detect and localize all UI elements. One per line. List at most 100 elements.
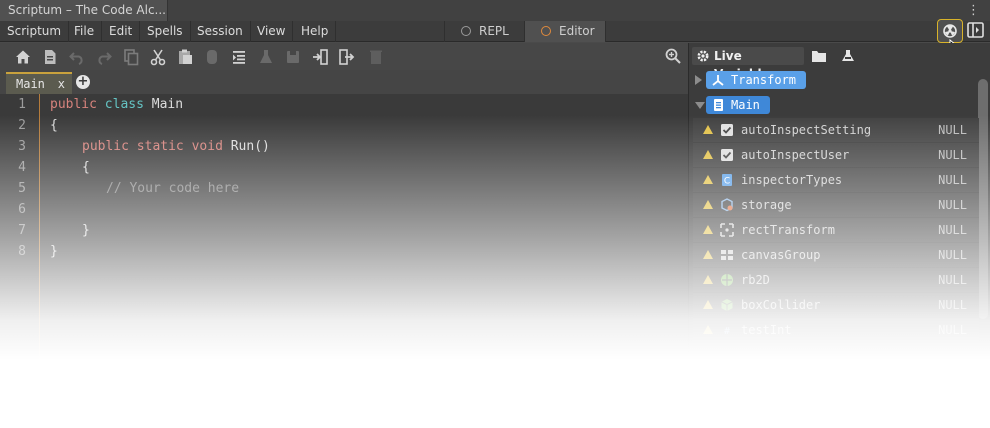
node-chip[interactable]: Main bbox=[706, 96, 770, 114]
flask-icon[interactable] bbox=[257, 48, 275, 66]
line-number: 6 bbox=[18, 202, 26, 217]
collapse-arrow-icon[interactable] bbox=[695, 102, 705, 109]
variable-name: storage bbox=[741, 198, 792, 212]
box-collider-icon bbox=[721, 299, 733, 311]
transform-icon bbox=[712, 75, 724, 86]
warning-icon bbox=[703, 300, 713, 309]
flask-icon[interactable] bbox=[840, 49, 856, 63]
trash-icon[interactable] bbox=[367, 48, 385, 66]
variable-row[interactable]: canvasGroup NULL bbox=[693, 243, 979, 268]
rigidbody-icon bbox=[721, 274, 733, 286]
code-line-8: } bbox=[50, 244, 58, 259]
cut-icon[interactable] bbox=[149, 48, 167, 66]
warning-icon bbox=[703, 175, 713, 184]
home-icon[interactable] bbox=[14, 48, 32, 66]
variable-value: NULL bbox=[938, 323, 967, 337]
panel-scrollbar[interactable] bbox=[978, 79, 988, 319]
line-number: 7 bbox=[18, 223, 26, 238]
identifier: Run() bbox=[230, 139, 270, 154]
code-editor[interactable]: 1 2 3 4 5 6 7 8 public class Main { publ… bbox=[0, 94, 688, 428]
variable-value: NULL bbox=[938, 123, 967, 137]
code-line-4: { bbox=[82, 160, 90, 175]
variable-row[interactable]: rectTransform NULL bbox=[693, 218, 979, 243]
add-tab-button[interactable]: + bbox=[76, 75, 90, 89]
menu-spells[interactable]: Spells bbox=[140, 21, 191, 42]
snippet-icon[interactable] bbox=[203, 48, 221, 66]
window-title-tab[interactable]: Scriptum – The Code Alc... bbox=[0, 0, 168, 21]
paste-icon[interactable] bbox=[176, 48, 194, 66]
variable-name: rb2D bbox=[741, 273, 770, 287]
zoom-icon[interactable] bbox=[664, 47, 682, 65]
file-tab-label: Main bbox=[16, 77, 45, 91]
checkbox-icon bbox=[721, 149, 733, 161]
import-icon[interactable] bbox=[311, 48, 329, 66]
variable-name: testInt bbox=[741, 323, 792, 337]
save-icon[interactable] bbox=[284, 48, 302, 66]
live-variables-header: Live Variables bbox=[689, 43, 990, 81]
tree-node-transform[interactable]: Transform bbox=[689, 69, 979, 91]
tree-node-main[interactable]: Main bbox=[689, 94, 979, 116]
canvas-group-icon bbox=[721, 250, 733, 260]
file-tab-main[interactable]: Main x bbox=[6, 72, 72, 94]
variable-value: NULL bbox=[938, 148, 967, 162]
sidebar-toggle-icon bbox=[967, 22, 984, 38]
menu-view[interactable]: View bbox=[250, 21, 294, 42]
variable-row[interactable]: boxCollider NULL bbox=[693, 293, 979, 318]
variable-row[interactable]: rb2D NULL bbox=[693, 268, 979, 293]
variable-value: NULL bbox=[938, 248, 967, 262]
line-number: 3 bbox=[18, 139, 26, 154]
close-tab-icon[interactable]: x bbox=[58, 74, 65, 94]
gear-icon bbox=[697, 50, 709, 62]
node-label: Transform bbox=[731, 73, 797, 87]
code-line-1: public class Main bbox=[50, 97, 183, 112]
variable-row[interactable]: # testInt NULL bbox=[693, 318, 979, 343]
line-number: 8 bbox=[18, 244, 26, 259]
live-variables-title[interactable]: Live Variables bbox=[692, 47, 804, 81]
variable-row[interactable]: storage NULL bbox=[693, 193, 979, 218]
number-icon: # bbox=[724, 326, 730, 337]
undo-icon[interactable] bbox=[68, 48, 86, 66]
variable-value: NULL bbox=[938, 198, 967, 212]
checkbox-icon bbox=[721, 124, 733, 136]
toggle-panel-button[interactable] bbox=[963, 19, 989, 43]
menu-help[interactable]: Help bbox=[294, 21, 337, 42]
variable-row[interactable]: autoInspectUser NULL bbox=[693, 143, 979, 168]
variable-name: boxCollider bbox=[741, 298, 821, 312]
redo-icon[interactable] bbox=[95, 48, 113, 66]
menu-session[interactable]: Session bbox=[190, 21, 251, 42]
line-number: 2 bbox=[18, 118, 26, 133]
variable-value: NULL bbox=[938, 273, 967, 287]
expand-arrow-icon[interactable] bbox=[695, 75, 702, 85]
node-chip[interactable]: Transform bbox=[706, 71, 807, 89]
tab-editor[interactable]: Editor bbox=[524, 21, 606, 42]
variable-name: autoInspectUser bbox=[741, 148, 850, 162]
menu-scriptum[interactable]: Scriptum bbox=[0, 21, 70, 42]
copy-icon[interactable] bbox=[122, 48, 140, 66]
tab-repl[interactable]: REPL bbox=[444, 21, 528, 42]
more-options-icon[interactable]: ⋮ bbox=[967, 0, 980, 21]
variable-name: rectTransform bbox=[741, 223, 835, 237]
keyword: public bbox=[50, 97, 97, 112]
warning-icon bbox=[703, 150, 713, 159]
export-icon[interactable] bbox=[338, 48, 356, 66]
menu-file[interactable]: File bbox=[67, 21, 103, 42]
repl-ring-icon bbox=[461, 26, 471, 36]
menu-edit[interactable]: Edit bbox=[102, 21, 141, 42]
code-line-3: public static void Run() bbox=[82, 139, 270, 154]
tab-repl-label: REPL bbox=[479, 24, 509, 38]
variable-row[interactable]: C inspectorTypes NULL bbox=[693, 168, 979, 193]
tab-editor-label: Editor bbox=[559, 24, 595, 38]
code-line-7: } bbox=[82, 223, 90, 238]
rect-transform-icon bbox=[720, 223, 734, 237]
warning-icon bbox=[703, 125, 713, 134]
variable-row[interactable]: autoInspectSetting NULL bbox=[693, 118, 979, 143]
svg-text:C: C bbox=[724, 177, 730, 187]
indent-icon[interactable] bbox=[230, 48, 248, 66]
keyword: void bbox=[191, 139, 223, 154]
variable-value: NULL bbox=[938, 173, 967, 187]
warning-icon bbox=[703, 200, 713, 209]
file-tab-bar: Main x bbox=[0, 70, 688, 94]
folder-icon[interactable] bbox=[811, 49, 827, 63]
file-icon[interactable] bbox=[41, 48, 59, 66]
variable-value: NULL bbox=[938, 223, 967, 237]
